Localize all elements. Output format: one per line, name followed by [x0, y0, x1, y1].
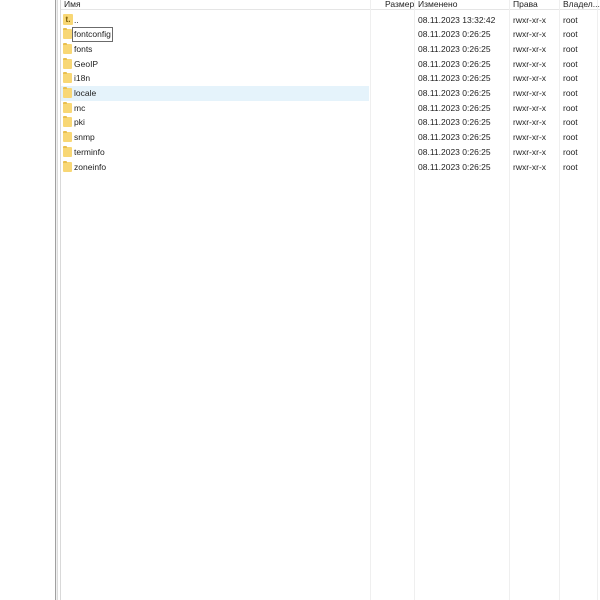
table-row[interactable]: t... 08.11.2023 13:32:42 rwxr-xr-x root [61, 13, 600, 28]
file-name: fontconfig [72, 27, 113, 43]
file-name: fonts [74, 43, 93, 54]
file-owner: root [563, 14, 578, 25]
file-rights: rwxr-xr-x [513, 73, 547, 84]
table-row[interactable]: i18n 08.11.2023 0:26:25 rwxr-xr-x root [61, 71, 600, 86]
file-name: mc [74, 102, 86, 113]
file-rights: rwxr-xr-x [513, 14, 547, 25]
folder-icon [63, 101, 72, 113]
file-list-panel: Имя Размер Изменено Права Владел... t...… [60, 0, 600, 600]
file-name: GeoIP [74, 58, 99, 69]
table-row[interactable]: zoneinfo 08.11.2023 0:26:25 rwxr-xr-x root [61, 160, 600, 175]
table-row[interactable]: terminfo 08.11.2023 0:26:25 rwxr-xr-x root [61, 145, 600, 160]
folder-icon [63, 145, 72, 157]
file-name: .. [74, 14, 79, 25]
file-owner: root [563, 146, 578, 157]
file-owner: root [563, 88, 578, 98]
table-row[interactable]: mc 08.11.2023 0:26:25 rwxr-xr-x root [61, 101, 600, 116]
table-row[interactable]: pki 08.11.2023 0:26:25 rwxr-xr-x root [61, 115, 600, 130]
file-modified: 08.11.2023 13:32:42 [418, 14, 496, 25]
table-row[interactable]: locale 08.11.2023 0:26:25 rwxr-xr-x root [61, 86, 600, 101]
folder-icon [63, 131, 72, 143]
file-name: locale [74, 88, 97, 98]
folder-icon [63, 87, 72, 98]
file-rights: rwxr-xr-x [513, 88, 547, 98]
file-name: pki [74, 117, 85, 128]
folder-icon [63, 72, 72, 84]
file-name: terminfo [74, 146, 105, 157]
table-row[interactable]: snmp 08.11.2023 0:26:25 rwxr-xr-x root [61, 130, 600, 145]
file-name: i18n [74, 73, 91, 84]
file-rights: rwxr-xr-x [513, 161, 547, 172]
file-modified: 08.11.2023 0:26:25 [418, 88, 491, 98]
table-row[interactable]: fonts 08.11.2023 0:26:25 rwxr-xr-x root [61, 42, 600, 57]
selection-highlight [61, 86, 369, 101]
file-rights: rwxr-xr-x [513, 43, 547, 54]
file-owner: root [563, 117, 578, 128]
file-modified: 08.11.2023 0:26:25 [418, 132, 491, 143]
column-header-modified[interactable]: Изменено [418, 0, 457, 9]
file-owner: root [563, 132, 578, 143]
file-owner: root [563, 73, 578, 84]
file-name: snmp [74, 132, 95, 143]
file-modified: 08.11.2023 0:26:25 [418, 161, 491, 172]
file-name: zoneinfo [74, 161, 107, 172]
column-header-name[interactable]: Имя [64, 0, 81, 9]
folder-icon [63, 42, 72, 54]
column-header-size[interactable]: Размер [385, 0, 414, 9]
column-header: Имя Размер Изменено Права Владел... [61, 0, 600, 10]
file-modified: 08.11.2023 0:26:25 [418, 146, 491, 157]
file-modified: 08.11.2023 0:26:25 [418, 73, 491, 84]
folder-icon [63, 116, 72, 128]
file-modified: 08.11.2023 0:26:25 [418, 102, 491, 113]
file-owner: root [563, 102, 578, 113]
folder-icon [63, 160, 72, 172]
file-owner: root [563, 43, 578, 54]
file-rights: rwxr-xr-x [513, 102, 547, 113]
column-header-rights[interactable]: Права [513, 0, 538, 9]
table-row[interactable]: GeoIP 08.11.2023 0:26:25 rwxr-xr-x root [61, 57, 600, 72]
folder-icon [63, 28, 72, 40]
folder-icon [63, 57, 72, 69]
pane-splitter[interactable] [55, 0, 58, 600]
file-owner: root [563, 29, 578, 40]
left-pane [0, 0, 55, 600]
file-modified: 08.11.2023 0:26:25 [418, 117, 491, 128]
file-modified: 08.11.2023 0:26:25 [418, 29, 491, 40]
file-rights: rwxr-xr-x [513, 132, 547, 143]
file-modified: 08.11.2023 0:26:25 [418, 43, 491, 54]
file-rights: rwxr-xr-x [513, 117, 547, 128]
column-header-owner[interactable]: Владел... [563, 0, 600, 9]
table-row[interactable]: fontconfig 08.11.2023 0:26:25 rwxr-xr-x roo… [61, 27, 600, 43]
file-owner: root [563, 161, 578, 172]
up-folder-icon: t. [63, 13, 73, 25]
file-rights: rwxr-xr-x [513, 146, 547, 157]
file-rights: rwxr-xr-x [513, 58, 547, 69]
file-rights: rwxr-xr-x [513, 29, 547, 40]
file-owner: root [563, 58, 578, 69]
file-modified: 08.11.2023 0:26:25 [418, 58, 491, 69]
